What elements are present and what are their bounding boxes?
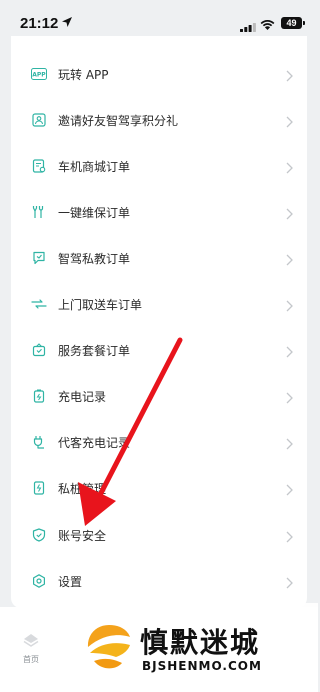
invite-icon: [31, 112, 47, 128]
menu-item-label: 智驾私教订单: [58, 252, 131, 266]
menu-item-label: 一键维保订单: [58, 206, 131, 220]
home-icon: [23, 633, 39, 652]
menu-item-label: 私桩管理: [58, 482, 107, 496]
menu-item-label: 服务套餐订单: [58, 344, 131, 358]
watermark-logo: [82, 621, 136, 679]
menu-item-package[interactable]: 服务套餐订单: [11, 327, 307, 373]
pile-icon: [31, 480, 47, 496]
chevron-right-icon: [286, 389, 293, 408]
chevron-right-icon: [286, 574, 293, 593]
menu-card: APP 玩转 APP 邀请好友智驾享积分礼 车机商城订单 一键维保订单 智驾私教…: [11, 36, 307, 608]
menu-item-label: 账号安全: [58, 529, 107, 543]
watermark: 慎默迷城 BJSHENMO.COM: [68, 603, 318, 692]
settings-icon: [31, 573, 47, 589]
chevron-right-icon: [286, 528, 293, 547]
tab-home[interactable]: 首页: [14, 633, 48, 665]
tutor-icon: [31, 250, 47, 266]
menu-item-label: 充电记录: [58, 390, 107, 404]
chevron-right-icon: [286, 113, 293, 132]
chevron-right-icon: [286, 205, 293, 224]
menu-item-charge-record[interactable]: 充电记录: [11, 373, 307, 419]
watermark-title: 慎默迷城: [140, 626, 261, 659]
chevron-right-icon: [286, 481, 293, 500]
menu-item-account-security[interactable]: 账号安全: [11, 512, 307, 558]
valet-charge-icon: [31, 434, 47, 450]
menu-item-label: 玩转 APP: [58, 68, 109, 82]
chevron-right-icon: [286, 159, 293, 178]
wifi-icon: [260, 17, 275, 35]
menu-item-settings[interactable]: 设置: [11, 558, 307, 604]
location-arrow-icon: [61, 15, 73, 33]
chevron-right-icon: [286, 435, 293, 454]
tab-home-label: 首页: [23, 655, 39, 664]
maintenance-icon: [31, 204, 47, 220]
chevron-right-icon: [286, 297, 293, 316]
menu-item-label: 车机商城订单: [58, 160, 131, 174]
menu-item-app[interactable]: APP 玩转 APP: [11, 51, 307, 97]
status-time: 21:12: [20, 15, 59, 32]
battery-icon: 49: [281, 17, 305, 29]
menu-item-label: 邀请好友智驾享积分礼: [58, 114, 179, 128]
menu-item-valet-charge[interactable]: 代客充电记录: [11, 419, 307, 465]
menu-item-maintenance[interactable]: 一键维保订单: [11, 189, 307, 235]
shop-order-icon: [31, 158, 47, 174]
menu-item-label: 上门取送车订单: [58, 298, 143, 312]
app-icon: APP: [31, 66, 47, 82]
svg-text:APP: APP: [32, 72, 46, 79]
cellular-signal-icon: [240, 19, 256, 37]
menu-item-tutor[interactable]: 智驾私教订单: [11, 235, 307, 281]
menu-item-pile[interactable]: 私桩管理: [11, 465, 307, 511]
charge-record-icon: [31, 388, 47, 404]
menu-item-shop-order[interactable]: 车机商城订单: [11, 143, 307, 189]
menu-item-label: 代客充电记录: [58, 436, 131, 450]
menu-item-label: 设置: [58, 575, 83, 589]
menu-item-pickup[interactable]: 上门取送车订单: [11, 281, 307, 327]
watermark-subtitle: BJSHENMO.COM: [142, 659, 262, 673]
shield-icon: [31, 527, 47, 543]
pickup-icon: [31, 296, 47, 312]
chevron-right-icon: [286, 251, 293, 270]
menu-item-invite[interactable]: 邀请好友智驾享积分礼: [11, 97, 307, 143]
package-icon: [31, 342, 47, 358]
chevron-right-icon: [286, 343, 293, 362]
chevron-right-icon: [286, 67, 293, 86]
